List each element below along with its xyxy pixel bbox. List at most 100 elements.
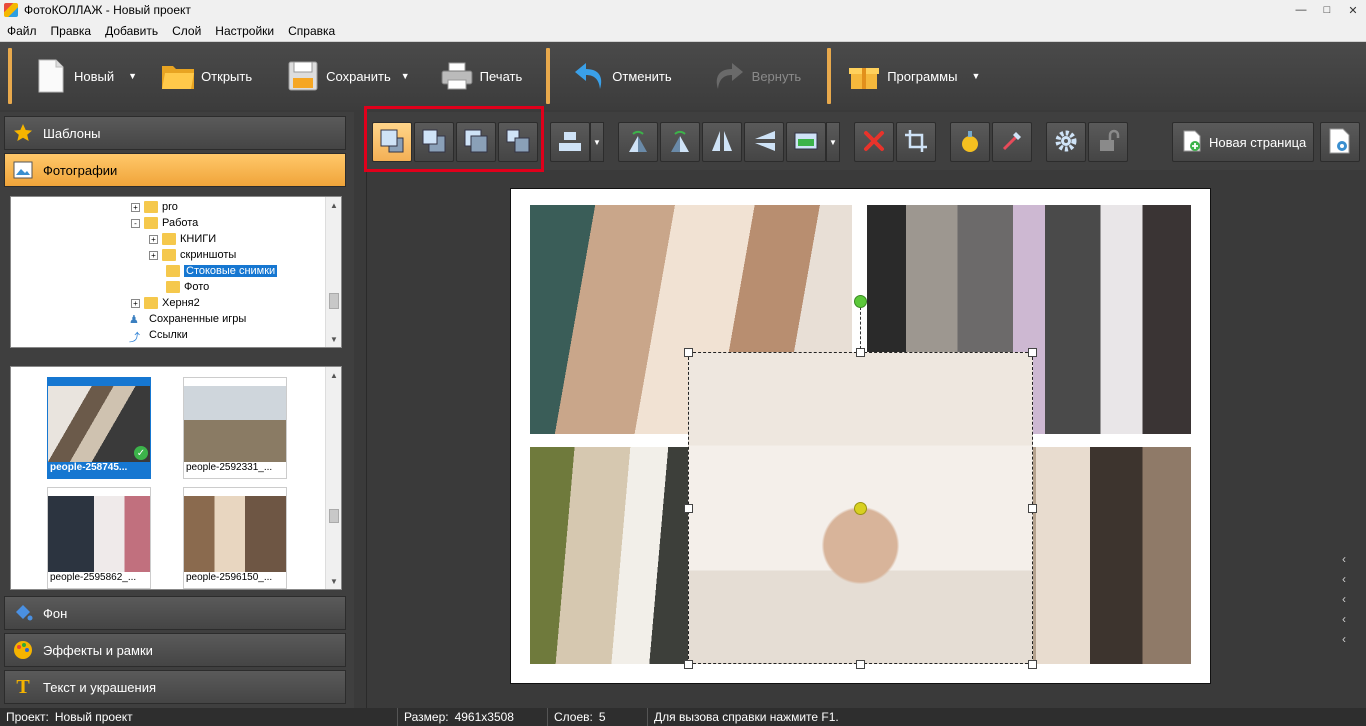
align-dropdown[interactable]: ▼ [590, 122, 604, 162]
resize-handle[interactable] [684, 660, 693, 669]
programs-dropdown-arrow-icon[interactable]: ▼ [971, 71, 980, 81]
checkmark-icon: ✓ [134, 446, 148, 460]
window-controls: — □ ✕ [1288, 0, 1366, 20]
menu-layer[interactable]: Слой [165, 24, 208, 38]
menu-add[interactable]: Добавить [98, 24, 165, 38]
expand-icon[interactable]: + [131, 202, 140, 212]
fit-dropdown[interactable]: ▼ [826, 122, 840, 162]
tree-item-label: Херня2 [162, 297, 200, 309]
flip-horizontal-button[interactable] [702, 122, 742, 162]
tree-item-photo[interactable]: Фото [166, 279, 209, 295]
resize-handle[interactable] [1028, 348, 1037, 357]
menu-settings[interactable]: Настройки [208, 24, 281, 38]
scroll-up-icon[interactable]: ▲ [326, 197, 341, 213]
edit-tool-button[interactable] [992, 122, 1032, 162]
menu-help[interactable]: Справка [281, 24, 342, 38]
thumbnail-item[interactable]: people-2595862_... [47, 487, 151, 589]
status-size-value: 4961x3508 [454, 710, 514, 724]
maximize-icon[interactable]: □ [1314, 0, 1340, 20]
side-panel-arrows[interactable]: ‹ ‹ ‹ ‹ ‹ [1342, 552, 1346, 646]
flip-vertical-button[interactable] [744, 122, 784, 162]
folder-icon [166, 281, 180, 293]
minimize-icon[interactable]: — [1288, 0, 1314, 20]
tree-item-herny2[interactable]: + Херня2 [131, 295, 200, 311]
photos-section[interactable]: Фотографии [4, 153, 346, 187]
menu-edit[interactable]: Правка [44, 24, 99, 38]
resize-handle[interactable] [856, 660, 865, 669]
thumbnail-scrollbar[interactable]: ▲ ▼ [325, 367, 341, 589]
tree-item-pro[interactable]: + pro [131, 199, 178, 215]
chevron-left-icon[interactable]: ‹ [1342, 612, 1346, 626]
chevron-left-icon[interactable]: ‹ [1342, 572, 1346, 586]
rotate-right-button[interactable] [660, 122, 700, 162]
undo-button[interactable]: Отменить [564, 51, 679, 101]
chevron-left-icon[interactable]: ‹ [1342, 552, 1346, 566]
resize-handle[interactable] [1028, 660, 1037, 669]
chevron-left-icon[interactable]: ‹ [1342, 592, 1346, 606]
collapse-icon[interactable]: - [131, 218, 140, 228]
tree-item-label: Стоковые снимки [184, 265, 278, 277]
programs-button[interactable]: Программы ▼ [839, 51, 988, 101]
thumbnail-image [184, 386, 286, 462]
scroll-thumb[interactable] [329, 509, 339, 523]
resize-handle[interactable] [684, 504, 693, 513]
menu-file[interactable]: Файл [0, 24, 44, 38]
background-section[interactable]: Фон [4, 596, 346, 630]
scroll-up-icon[interactable]: ▲ [326, 367, 341, 383]
close-icon[interactable]: ✕ [1340, 0, 1366, 20]
rotation-handle[interactable] [854, 295, 867, 308]
undo-arrow-icon [572, 56, 606, 96]
delete-button[interactable] [854, 122, 894, 162]
redo-button[interactable]: Вернуть [704, 51, 810, 101]
thumbnail-item[interactable]: people-2592331_... [183, 377, 287, 479]
scroll-down-icon[interactable]: ▼ [326, 573, 341, 589]
save-button[interactable]: Сохранить ▼ [278, 51, 418, 101]
fit-frame-icon [793, 128, 819, 157]
resize-handle[interactable] [684, 348, 693, 357]
templates-section[interactable]: Шаблоны [4, 116, 346, 150]
status-layers-value: 5 [598, 710, 606, 724]
expand-icon[interactable]: + [149, 234, 158, 244]
undo-label: Отменить [612, 68, 672, 84]
unlock-icon [1096, 129, 1120, 156]
settings-button[interactable] [1046, 122, 1086, 162]
effects-button[interactable] [950, 122, 990, 162]
lock-button[interactable] [1088, 122, 1128, 162]
center-handle[interactable] [854, 502, 867, 515]
tree-scrollbar[interactable]: ▲ ▼ [325, 197, 341, 347]
tree-item-stock-photos[interactable]: Стоковые снимки [166, 263, 278, 279]
scroll-down-icon[interactable]: ▼ [326, 331, 341, 347]
scroll-thumb[interactable] [329, 293, 339, 309]
fit-button[interactable] [786, 122, 826, 162]
resize-handle[interactable] [1028, 504, 1037, 513]
crop-button[interactable] [896, 122, 936, 162]
flip-horizontal-icon [709, 128, 735, 157]
resize-handle[interactable] [856, 348, 865, 357]
redo-arrow-icon [712, 56, 746, 96]
tree-item-work[interactable]: - Работа [131, 215, 198, 231]
expand-icon[interactable]: + [131, 298, 140, 308]
align-button[interactable] [550, 122, 590, 162]
print-button[interactable]: Печать [432, 51, 531, 101]
thumbnail-item[interactable]: ✓ people-258745... [47, 377, 151, 479]
align-icon [557, 128, 583, 157]
new-dropdown-arrow-icon[interactable]: ▼ [128, 71, 137, 81]
toolbar-separator [8, 48, 12, 104]
text-section[interactable]: T Текст и украшения [4, 670, 346, 704]
expand-icon[interactable]: + [149, 250, 158, 260]
open-button[interactable]: Открыть [153, 51, 260, 101]
tree-item-screenshots[interactable]: + скриншоты [149, 247, 236, 263]
collage-page[interactable] [510, 188, 1211, 684]
save-dropdown-arrow-icon[interactable]: ▼ [401, 71, 410, 81]
thumbnail-item[interactable]: people-2596150_... [183, 487, 287, 589]
chevron-left-icon[interactable]: ‹ [1342, 632, 1346, 646]
effects-section[interactable]: Эффекты и рамки [4, 633, 346, 667]
rotate-left-icon [625, 128, 651, 157]
tree-item-saved-games[interactable]: ♟ Сохраненные игры [129, 311, 246, 327]
page-settings-button[interactable] [1320, 122, 1360, 162]
new-page-button[interactable]: Новая страница [1172, 122, 1314, 162]
tree-item-books[interactable]: + КНИГИ [149, 231, 216, 247]
rotate-left-button[interactable] [618, 122, 658, 162]
tree-item-links[interactable]: ⤴ Ссылки [129, 327, 188, 344]
new-button[interactable]: Новый ▼ [26, 51, 145, 101]
